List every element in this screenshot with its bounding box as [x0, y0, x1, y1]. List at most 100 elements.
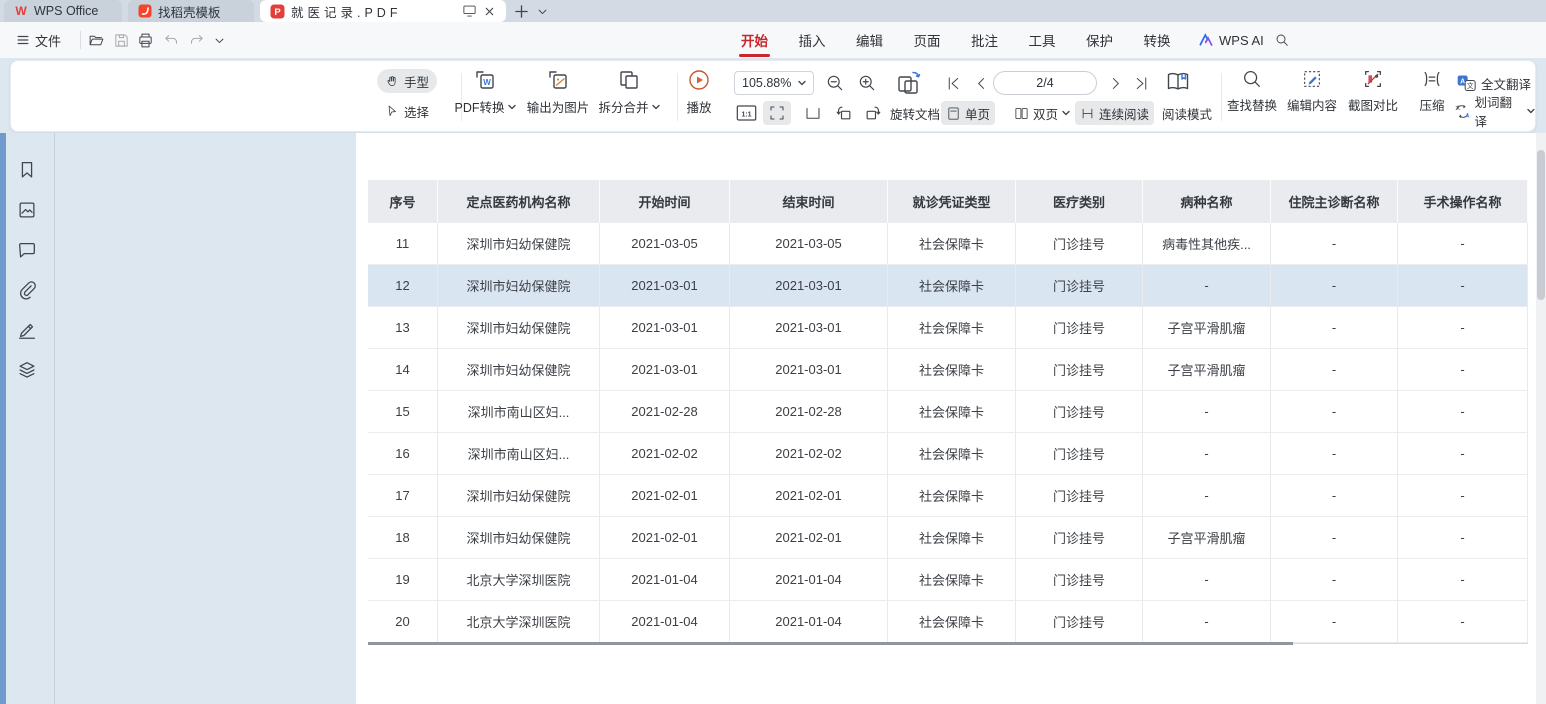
page-number-input[interactable]: 2/4	[993, 71, 1097, 95]
folder-open-icon	[88, 32, 105, 49]
first-page-button[interactable]	[945, 75, 962, 92]
save-icon	[113, 32, 130, 49]
undo-button[interactable]	[163, 22, 180, 58]
sidebar-layers-button[interactable]	[16, 359, 38, 381]
sidebar-comments-button[interactable]	[16, 239, 38, 261]
tab-docer-templates[interactable]: 找稻壳模板	[128, 0, 254, 22]
hand-icon	[385, 74, 399, 88]
hamburger-icon	[16, 33, 30, 47]
menu-tab-转换[interactable]: 转换	[1138, 22, 1177, 58]
sidebar-attachments-button[interactable]	[16, 279, 38, 301]
table-cell: 2021-02-28	[600, 391, 730, 433]
hand-tool-button[interactable]: 手型	[377, 69, 437, 93]
zoom-in-button[interactable]	[857, 73, 877, 93]
play-button[interactable]: 播放	[669, 68, 729, 116]
scrollbar-thumb[interactable]	[1537, 150, 1545, 300]
table-cell: -	[1271, 433, 1398, 475]
table-row[interactable]: 13深圳市妇幼保健院2021-03-012021-03-01社会保障卡门诊挂号子…	[368, 307, 1528, 349]
rotate-document-button[interactable]	[895, 69, 923, 97]
table-row[interactable]: 17深圳市妇幼保健院2021-02-012021-02-01社会保障卡门诊挂号-…	[368, 475, 1528, 517]
export-image-button[interactable]: 输出为图片	[519, 68, 597, 116]
tab-label: WPS Office	[34, 4, 98, 18]
sidebar-thumbnails-button[interactable]	[16, 199, 38, 221]
menu-tab-页面[interactable]: 页面	[908, 22, 947, 58]
page-indicator-value: 2/4	[1036, 76, 1053, 90]
table-cell: 门诊挂号	[1016, 559, 1143, 601]
menu-tab-编辑[interactable]: 编辑	[850, 22, 889, 58]
read-mode-icon-button[interactable]	[1165, 68, 1191, 94]
continuous-reading-button[interactable]: 连续阅读	[1075, 101, 1154, 125]
open-file-button[interactable]	[88, 22, 105, 58]
chevron-down-icon	[1062, 110, 1070, 116]
quick-access-dropdown[interactable]	[214, 22, 225, 58]
table-row[interactable]: 11深圳市妇幼保健院2021-03-052021-03-05社会保障卡门诊挂号病…	[368, 223, 1528, 265]
print-button[interactable]	[137, 22, 154, 58]
screenshot-compare-button[interactable]: 截图对比	[1335, 68, 1411, 114]
fit-page-icon	[804, 104, 822, 122]
table-cell: -	[1398, 517, 1528, 559]
zoom-level-select[interactable]: 105.88%	[734, 71, 814, 95]
rotate-right-button[interactable]	[858, 101, 888, 125]
docer-icon	[138, 4, 152, 18]
table-cell: 2021-02-01	[730, 517, 888, 559]
table-row[interactable]: 15深圳市南山区妇...2021-02-282021-02-28社会保障卡门诊挂…	[368, 391, 1528, 433]
zoom-out-button[interactable]	[825, 73, 845, 93]
save-button[interactable]	[113, 22, 130, 58]
file-menu-button[interactable]: 文件	[16, 22, 61, 58]
find-replace-label: 查找替换	[1227, 95, 1277, 114]
sidebar-signature-button[interactable]	[16, 319, 38, 341]
new-tab-button[interactable]	[514, 0, 529, 22]
table-row[interactable]: 14深圳市妇幼保健院2021-03-012021-03-01社会保障卡门诊挂号子…	[368, 349, 1528, 391]
previous-page-button[interactable]	[973, 75, 990, 92]
table-row[interactable]: 19北京大学深圳医院2021-01-042021-01-04社会保障卡门诊挂号-…	[368, 559, 1528, 601]
menu-tab-插入[interactable]: 插入	[793, 22, 832, 58]
split-merge-button[interactable]: 拆分合并	[590, 68, 668, 116]
table-row[interactable]: 16深圳市南山区妇...2021-02-022021-02-02社会保障卡门诊挂…	[368, 433, 1528, 475]
table-cell: 门诊挂号	[1016, 601, 1143, 643]
rotate-left-button[interactable]	[829, 101, 859, 125]
close-tab-icon[interactable]	[483, 5, 496, 18]
compress-button[interactable]: 压缩	[1404, 68, 1460, 114]
table-row[interactable]: 18深圳市妇幼保健院2021-02-012021-02-01社会保障卡门诊挂号子…	[368, 517, 1528, 559]
table-row[interactable]: 20北京大学深圳医院2021-01-042021-01-04社会保障卡门诊挂号-…	[368, 601, 1528, 643]
tab-wps-office[interactable]: W WPS Office	[4, 0, 122, 22]
sidebar-bookmarks-button[interactable]	[16, 159, 38, 181]
vertical-scrollbar[interactable]	[1536, 133, 1546, 704]
wps-ai-icon	[1198, 32, 1214, 48]
menu-tab-工具[interactable]: 工具	[1023, 22, 1062, 58]
table-cell: 门诊挂号	[1016, 391, 1143, 433]
fit-width-button[interactable]	[763, 101, 791, 125]
fit-page-button[interactable]	[799, 101, 827, 125]
tab-list-button[interactable]	[537, 0, 548, 22]
table-row[interactable]: 12深圳市妇幼保健院2021-03-012021-03-01社会保障卡门诊挂号-…	[368, 265, 1528, 307]
monitor-icon[interactable]	[462, 4, 477, 18]
wps-ai-label: WPS AI	[1219, 33, 1264, 48]
menu-tab-保护[interactable]: 保护	[1080, 22, 1119, 58]
menu-tab-开始[interactable]: 开始	[735, 22, 774, 58]
pdf-convert-button[interactable]: W PDF转换	[446, 68, 524, 116]
bookmark-icon	[16, 159, 38, 181]
wps-ai-button[interactable]: WPS AI	[1198, 22, 1264, 58]
table-cell: -	[1271, 601, 1398, 643]
tab-document-active[interactable]: P 就医记录.PDF	[260, 0, 506, 22]
table-cell: -	[1271, 307, 1398, 349]
next-page-button[interactable]	[1107, 75, 1124, 92]
table-cell: 2021-03-01	[600, 307, 730, 349]
menu-search-button[interactable]	[1274, 22, 1290, 58]
actual-size-button[interactable]: 1:1	[731, 101, 762, 125]
first-page-icon	[945, 75, 962, 92]
single-page-button[interactable]: 单页	[941, 101, 995, 125]
double-page-button[interactable]: 双页	[1009, 101, 1075, 125]
table-cell: 深圳市妇幼保健院	[438, 349, 600, 391]
redo-button[interactable]	[188, 22, 205, 58]
select-tool-button[interactable]: 选择	[377, 99, 437, 123]
table-cell: 社会保障卡	[888, 559, 1016, 601]
menu-tab-批注[interactable]: 批注	[965, 22, 1004, 58]
table-cell: -	[1398, 601, 1528, 643]
last-page-button[interactable]	[1133, 75, 1150, 92]
menu-bar: 文件 开始插入编辑页面批注工具保护转换 WPS	[0, 22, 1546, 58]
rotate-document-label-button[interactable]: 旋转文档	[885, 101, 945, 125]
word-translate-button[interactable]: A 文 划词翻译	[1454, 99, 1535, 123]
read-mode-button[interactable]: 阅读模式	[1157, 101, 1217, 125]
table-cell: 病毒性其他疾...	[1143, 223, 1271, 265]
